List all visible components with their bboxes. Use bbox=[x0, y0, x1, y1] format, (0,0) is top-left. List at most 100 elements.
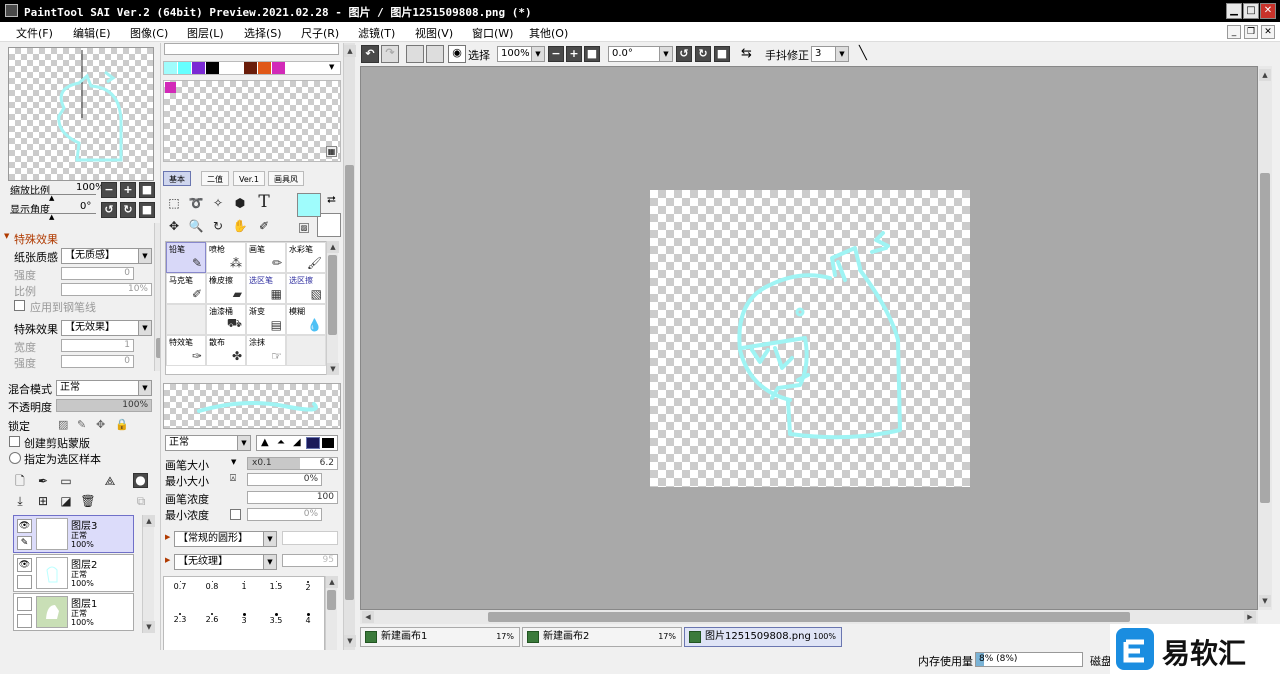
toolbar-angle-select[interactable]: 0.0° ▼ bbox=[608, 46, 673, 62]
color-swatch[interactable] bbox=[164, 62, 177, 74]
brush-tool-scrollbar-thumb[interactable] bbox=[328, 255, 337, 335]
menu-file[interactable]: 文件(F) bbox=[16, 25, 53, 41]
move-icon[interactable]: ✥ bbox=[166, 218, 182, 234]
toolbar-rotate-right-button[interactable]: ↻ bbox=[695, 46, 711, 62]
brush-shape-select[interactable]: 【常规的圆形】 ▼ bbox=[174, 531, 277, 547]
menu-window[interactable]: 窗口(W) bbox=[472, 25, 513, 41]
text-icon[interactable]: T bbox=[256, 194, 272, 211]
scroll-left-icon[interactable]: ◀ bbox=[362, 611, 374, 623]
tool-select-eraser[interactable]: 选区擦 ▧ bbox=[286, 273, 326, 304]
eye-icon[interactable]: 👁 bbox=[17, 519, 32, 533]
size-preset[interactable]: 2 bbox=[292, 579, 324, 596]
pressure-density-checkbox[interactable] bbox=[230, 509, 241, 520]
canvas-vscroll[interactable]: ▲ ▼ bbox=[1258, 66, 1272, 610]
menu-ruler[interactable]: 尺子(R) bbox=[301, 25, 339, 41]
brush-tool-scrollbar[interactable]: ▲ ▼ bbox=[326, 241, 339, 375]
new-layer-icon[interactable]: 🗋 bbox=[12, 473, 28, 489]
color-swatch[interactable] bbox=[206, 62, 219, 74]
zoom-in-button[interactable]: + bbox=[120, 182, 136, 198]
size-preset[interactable]: 3.5 bbox=[260, 611, 292, 628]
doc-tab-1[interactable]: 新建画布1 17% bbox=[360, 627, 520, 647]
texture-expand-icon[interactable]: ▶ bbox=[165, 556, 170, 564]
eye-icon[interactable]: 👁 bbox=[17, 558, 32, 572]
transparent-color-icon[interactable]: ▨ bbox=[299, 223, 309, 233]
scroll-right-icon[interactable]: ▶ bbox=[1244, 611, 1256, 623]
blend-mode-select[interactable]: 正常 ▼ bbox=[56, 380, 152, 396]
canvas-hscroll[interactable]: ◀ ▶ bbox=[360, 610, 1258, 624]
invert-selection-button[interactable] bbox=[426, 45, 444, 63]
shape-strength-slider[interactable] bbox=[282, 531, 338, 545]
scroll-down-icon[interactable]: ▼ bbox=[344, 635, 356, 647]
tool-marker[interactable]: 马克笔 ✐ bbox=[166, 273, 206, 304]
angle-slider-thumb[interactable]: ▲ bbox=[49, 213, 54, 221]
flip-horizontal-icon[interactable]: ⇆ bbox=[741, 46, 752, 61]
layer-item[interactable]: 👁 图层2 正常 100% bbox=[13, 554, 134, 592]
doc-minimize-button[interactable]: _ bbox=[1227, 25, 1241, 39]
new-pen-layer-icon[interactable]: ✒ bbox=[35, 473, 51, 489]
deselect-button[interactable] bbox=[406, 45, 424, 63]
canvas-area[interactable] bbox=[360, 66, 1258, 610]
rotate-icon[interactable]: ↻ bbox=[210, 218, 226, 234]
tool-brush[interactable]: 画笔 ✏ bbox=[246, 242, 286, 273]
maximize-button[interactable]: □ bbox=[1243, 3, 1259, 19]
delete-layer-icon[interactable]: 🗑 bbox=[80, 493, 96, 509]
tool-smudge[interactable]: 涂抹 ☞ bbox=[246, 335, 286, 366]
magic-wand-icon[interactable]: ✧ bbox=[210, 195, 226, 211]
lock-transparency-icon[interactable]: ▨ bbox=[58, 418, 68, 431]
doc-restore-button[interactable]: ❐ bbox=[1244, 25, 1258, 39]
hand-icon[interactable]: ✋ bbox=[232, 218, 248, 234]
brush-shape-picker[interactable]: ▲ ⏶ ◢ bbox=[256, 435, 338, 451]
size-presets-scrollbar[interactable]: ▲ bbox=[325, 576, 338, 654]
apply-pen-checkbox[interactable] bbox=[14, 300, 25, 311]
tab-painterly[interactable]: 画具风 bbox=[268, 171, 304, 186]
tool-airbrush[interactable]: 喷枪 ⁂ bbox=[206, 242, 246, 273]
menu-layer[interactable]: 图层(L) bbox=[187, 25, 224, 41]
clip-mask-checkbox[interactable] bbox=[9, 436, 20, 447]
strength-slider[interactable]: 0 bbox=[61, 267, 134, 280]
new-folder-icon[interactable]: ▭ bbox=[58, 473, 74, 489]
toolbar-zoom-in-button[interactable]: + bbox=[566, 46, 582, 62]
shape-soft-icon[interactable]: ◢ bbox=[293, 437, 301, 448]
tool-panel-scrollbar[interactable]: ▲ ▼ bbox=[343, 43, 356, 654]
tab-binary[interactable]: 二值 bbox=[201, 171, 229, 186]
size-preset[interactable]: 2.6 bbox=[196, 611, 228, 628]
canvas-hscroll-thumb[interactable] bbox=[488, 612, 1130, 622]
size-mult-dropdown-icon[interactable]: ▼ bbox=[231, 458, 236, 466]
scroll-up-icon[interactable]: ▲ bbox=[344, 45, 356, 57]
swatch-grid[interactable] bbox=[163, 80, 341, 162]
brush-mode-select[interactable]: 正常 ▼ bbox=[165, 435, 251, 451]
tool-pencil[interactable]: 铅笔 ✎ bbox=[166, 242, 206, 273]
min-density-slider[interactable]: 0% bbox=[247, 508, 322, 521]
color-swatch[interactable] bbox=[220, 62, 233, 74]
shape-icon[interactable]: ⬢ bbox=[232, 195, 248, 211]
tool-bucket[interactable]: 油漆桶 ⛟ bbox=[206, 304, 246, 335]
menu-select[interactable]: 选择(S) bbox=[244, 25, 282, 41]
scroll-down-icon[interactable]: ▼ bbox=[1259, 595, 1271, 607]
scroll-down-icon[interactable]: ▼ bbox=[143, 621, 155, 633]
effect-width-slider[interactable]: 1 bbox=[61, 339, 134, 352]
zoom-out-button[interactable]: − bbox=[101, 182, 117, 198]
scroll-up-icon[interactable]: ▲ bbox=[326, 576, 338, 588]
shape-hard-icon[interactable]: ▲ bbox=[261, 437, 269, 448]
pressure-size-icon[interactable]: ⍓ bbox=[230, 473, 236, 484]
tab-basic[interactable]: 基本 bbox=[163, 171, 191, 186]
doc-tab-3[interactable]: 图片1251509808.png 100% bbox=[684, 627, 842, 647]
size-preset[interactable]: 2.3 bbox=[164, 611, 196, 628]
tool-fx-pen[interactable]: 特效笔 ✑ bbox=[166, 335, 206, 366]
redo-button[interactable]: ↷ bbox=[381, 45, 399, 63]
color-swatch[interactable] bbox=[178, 62, 191, 74]
tool-gradient[interactable]: 渐变 ▤ bbox=[246, 304, 286, 335]
stabilizer-select[interactable]: 3 ▼ bbox=[811, 46, 849, 62]
size-presets-scrollbar-thumb[interactable] bbox=[327, 590, 336, 610]
size-preset[interactable]: 3 bbox=[228, 611, 260, 628]
undo-button[interactable]: ↶ bbox=[361, 45, 379, 63]
toolbar-zoom-select[interactable]: 100% ▼ bbox=[497, 46, 545, 62]
pen-icon[interactable]: ✎ bbox=[17, 536, 32, 550]
tab-ver1[interactable]: Ver.1 bbox=[233, 171, 265, 186]
canvas-vscroll-thumb[interactable] bbox=[1260, 173, 1270, 503]
pen-icon[interactable] bbox=[17, 575, 32, 589]
shape-flat-icon[interactable] bbox=[322, 438, 334, 448]
scroll-up-icon[interactable]: ▲ bbox=[327, 241, 339, 253]
selection-sample-radio[interactable] bbox=[9, 452, 21, 464]
color-swatch[interactable] bbox=[244, 62, 257, 74]
